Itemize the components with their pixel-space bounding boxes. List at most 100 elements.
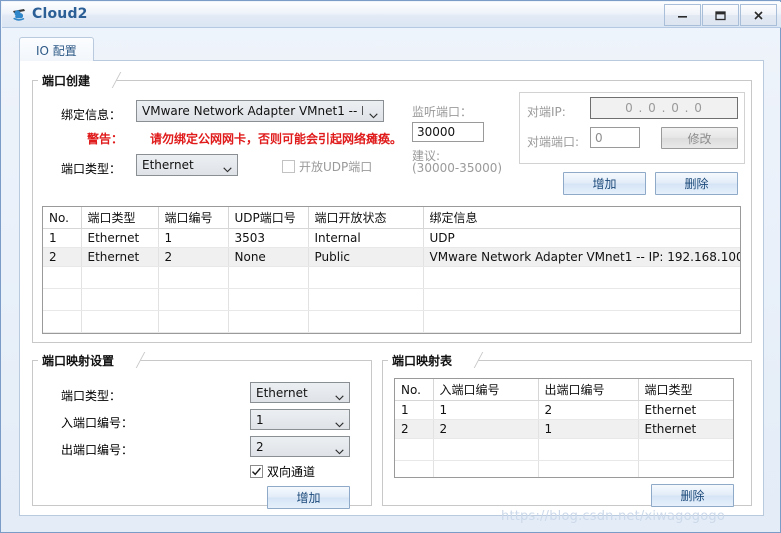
cell-no: 2	[395, 419, 434, 439]
bind-info-label: 绑定信息：	[61, 108, 122, 122]
mapping-port-type-combo[interactable]: Ethernet	[250, 382, 350, 403]
listen-port-value: 30000	[417, 125, 456, 139]
group-mapping-table-title: 端口映射表	[388, 351, 467, 369]
listen-port-input[interactable]: 30000	[412, 122, 484, 142]
listen-port-label: 监听端口：	[412, 105, 473, 119]
group-mapping-settings-title: 端口映射设置	[38, 351, 129, 369]
mapping-table-grid: No. 入端口编号 出端口编号 端口类型 1 1 2 Ethernet 2 2 …	[395, 379, 733, 477]
application-window: Cloud2 IO 配置 端口创建 绑定信息： VMware Network A…	[0, 0, 781, 533]
table-row-empty[interactable]	[395, 438, 733, 461]
port-col-status: 端口开放状态	[308, 207, 424, 229]
cell-udp: None	[228, 247, 309, 267]
cell-number: 2	[158, 247, 229, 267]
table-row-empty[interactable]	[43, 288, 740, 311]
port-type-combo[interactable]: Ethernet	[136, 154, 238, 176]
port-type-value: Ethernet	[142, 158, 194, 172]
out-port-label: 出端口编号：	[61, 443, 134, 457]
udp-port-checkbox-label: 开放UDP端口	[299, 160, 373, 174]
port-col-bind: 绑定信息	[423, 207, 740, 229]
port-table-grid: No. 端口类型 端口编号 UDP端口号 端口开放状态 绑定信息 1 Ether…	[43, 207, 740, 333]
cell-type: Ethernet	[638, 419, 733, 439]
cell-number: 1	[158, 228, 229, 248]
watermark: https://blog.csdn.net/xiwagogogo	[501, 509, 725, 524]
bind-info-value: VMware Network Adapter VMnet1 -- IP: 192…	[142, 104, 363, 118]
chevron-down-icon	[369, 108, 378, 119]
cell-no: 2	[43, 247, 82, 267]
title-bar: Cloud2	[2, 2, 781, 28]
cell-out: 1	[538, 419, 639, 439]
table-row[interactable]: 1 Ethernet 1 3503 Internal UDP	[43, 228, 740, 248]
window-controls	[663, 4, 777, 26]
bidirectional-label: 双向通道	[267, 465, 316, 479]
cell-no: 1	[43, 228, 82, 248]
cell-status: Public	[308, 247, 424, 267]
peer-port-input[interactable]: 0	[590, 127, 640, 148]
table-row[interactable]: 1 1 2 Ethernet	[395, 400, 733, 420]
minimize-button[interactable]	[664, 4, 701, 26]
table-row-empty[interactable]	[43, 332, 740, 333]
group-port-create-title: 端口创建	[38, 71, 105, 89]
chevron-down-icon	[223, 162, 232, 173]
maximize-button[interactable]	[702, 4, 739, 26]
window-title: Cloud2	[32, 6, 88, 22]
add-mapping-button-label: 增加	[296, 491, 321, 505]
in-port-label: 入端口编号：	[61, 416, 134, 430]
table-row[interactable]: 2 Ethernet 2 None Public VMware Network …	[43, 247, 740, 267]
mapping-port-type-label: 端口类型：	[61, 389, 122, 403]
modify-button-label: 修改	[687, 131, 712, 146]
warning-text: 请勿绑定公网网卡，否则可能会引起网络瘫痪。	[150, 132, 403, 146]
port-col-type: 端口类型	[81, 207, 159, 229]
chevron-down-icon	[335, 417, 344, 427]
mapping-table[interactable]: No. 入端口编号 出端口编号 端口类型 1 1 2 Ethernet 2 2 …	[394, 378, 734, 478]
table-row-empty[interactable]	[395, 460, 733, 477]
out-port-combo[interactable]: 2	[250, 436, 350, 457]
table-row-empty[interactable]	[43, 310, 740, 333]
content-panel: 端口创建 绑定信息： VMware Network Adapter VMnet1…	[19, 61, 764, 516]
tab-label: IO 配置	[36, 43, 77, 58]
cell-type: Ethernet	[81, 247, 159, 267]
bidirectional-checkbox[interactable]: 双向通道	[250, 463, 315, 480]
group-mapping-settings: 端口映射设置 端口类型： Ethernet 入端口编号： 1 出端口编号： 2	[32, 351, 372, 509]
add-port-button-label: 增加	[592, 177, 617, 191]
tab-io-config[interactable]: IO 配置	[19, 37, 94, 62]
port-type-label: 端口类型：	[61, 162, 122, 176]
bind-info-combo[interactable]: VMware Network Adapter VMnet1 -- IP: 192…	[136, 100, 384, 122]
cell-in: 1	[433, 400, 539, 420]
tab-strip: IO 配置	[19, 37, 764, 62]
mapping-col-type: 端口类型	[638, 379, 733, 401]
group-port-create: 端口创建 绑定信息： VMware Network Adapter VMnet1…	[32, 71, 752, 343]
port-col-number: 端口编号	[158, 207, 229, 229]
cloud-icon	[10, 6, 28, 24]
delete-mapping-button[interactable]: 删除	[651, 484, 734, 507]
table-row[interactable]: 2 2 1 Ethernet	[395, 419, 733, 439]
chevron-down-icon	[335, 444, 344, 454]
checkbox-box	[250, 465, 263, 478]
modify-button[interactable]: 修改	[661, 127, 738, 149]
mapping-table-header-row: No. 入端口编号 出端口编号 端口类型	[395, 379, 733, 401]
cell-bind: UDP	[423, 228, 740, 248]
add-port-button[interactable]: 增加	[563, 172, 646, 195]
warning-label: 警告：	[87, 132, 124, 146]
port-table[interactable]: No. 端口类型 端口编号 UDP端口号 端口开放状态 绑定信息 1 Ether…	[42, 206, 741, 334]
delete-port-button-label: 删除	[684, 177, 709, 191]
group-mapping-table: 端口映射表 No. 入端口编号 出端口编号 端口类型 1 1 2 Etherne…	[382, 351, 752, 507]
mapping-col-no: No.	[395, 379, 434, 401]
close-button[interactable]	[740, 4, 777, 26]
port-table-header-row: No. 端口类型 端口编号 UDP端口号 端口开放状态 绑定信息	[43, 207, 740, 229]
port-col-udp: UDP端口号	[228, 207, 309, 229]
table-row-empty[interactable]	[43, 266, 740, 289]
suggest-range: (30000-35000)	[412, 161, 503, 175]
chevron-down-icon	[335, 390, 344, 400]
out-port-value: 2	[256, 439, 264, 454]
cell-out: 2	[538, 400, 639, 420]
udp-port-checkbox[interactable]: 开放UDP端口	[282, 158, 372, 175]
cell-type: Ethernet	[81, 228, 159, 248]
peer-ip-value: 0 . 0 . 0 . 0	[625, 101, 703, 115]
peer-ip-input[interactable]: 0 . 0 . 0 . 0	[590, 97, 738, 119]
delete-port-button[interactable]: 删除	[655, 172, 738, 195]
cell-in: 2	[433, 419, 539, 439]
add-mapping-button[interactable]: 增加	[267, 486, 350, 509]
in-port-combo[interactable]: 1	[250, 409, 350, 430]
cell-udp: 3503	[228, 228, 309, 248]
peer-port-label: 对端端口:	[527, 135, 580, 149]
